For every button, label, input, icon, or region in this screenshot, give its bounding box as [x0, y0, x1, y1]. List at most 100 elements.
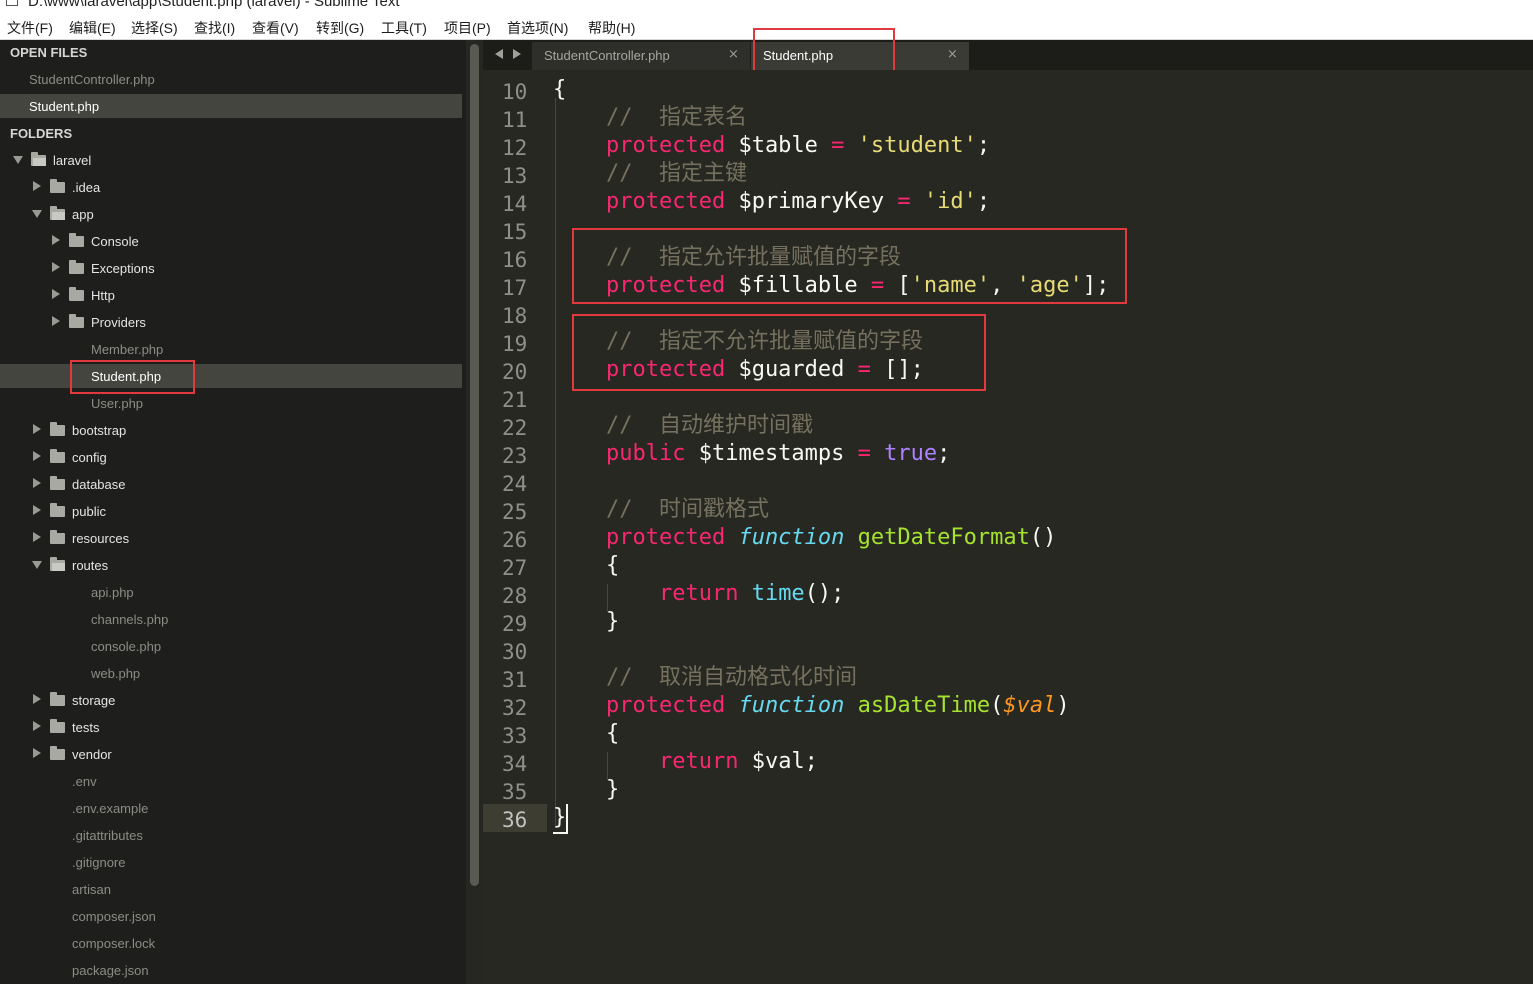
code-line: return $val; [658, 749, 818, 774]
tree-file[interactable]: .env [0, 769, 462, 793]
expand-arrow-icon[interactable] [33, 505, 41, 515]
tree-folder[interactable]: routes [0, 553, 462, 577]
line-number-row: 19 [483, 328, 547, 356]
open-files-header: OPEN FILES [10, 45, 88, 60]
scrollbar-thumb[interactable] [470, 44, 479, 886]
code-line: // 自动维护时间戳 [605, 413, 813, 438]
menu-find[interactable]: 查找(I) [194, 18, 235, 38]
tree-folder[interactable]: Console [0, 229, 462, 253]
line-number-row: 11 [483, 104, 547, 132]
line-number-row: 20 [483, 356, 547, 384]
expand-arrow-icon[interactable] [33, 181, 41, 191]
expand-arrow-icon[interactable] [33, 424, 41, 434]
tree-file[interactable]: .env.example [0, 796, 462, 820]
title-bar: D:\www\laravel\app\Student.php (laravel)… [0, 0, 1533, 14]
expand-arrow-icon[interactable] [52, 235, 60, 245]
expand-arrow-icon[interactable] [52, 262, 60, 272]
tab-prev-icon[interactable] [495, 49, 503, 59]
close-icon[interactable]: × [947, 47, 958, 62]
tree-folder[interactable]: Providers [0, 310, 462, 334]
menu-selection[interactable]: 选择(S) [131, 18, 178, 38]
tree-folder[interactable]: public [0, 499, 462, 523]
menu-preferences[interactable]: 首选项(N) [507, 18, 568, 38]
tree-folder[interactable]: storage [0, 688, 462, 712]
tree-folder[interactable]: Exceptions [0, 256, 462, 280]
tree-file[interactable]: .gitattributes [0, 823, 462, 847]
open-file-label: Student.php [29, 99, 100, 114]
sidebar-scrollbar[interactable] [466, 40, 483, 984]
expand-arrow-icon[interactable] [33, 478, 41, 488]
line-number-row: 24 [483, 468, 547, 496]
tree-folder[interactable]: vendor [0, 742, 462, 766]
expand-arrow-icon[interactable] [33, 748, 41, 758]
collapse-arrow-icon[interactable] [32, 561, 42, 569]
tree-file[interactable]: api.php [0, 580, 462, 604]
line-number: 21 [502, 388, 528, 412]
expand-arrow-icon[interactable] [33, 694, 41, 704]
annotation-box [572, 228, 1127, 304]
menu-tools[interactable]: 工具(T) [381, 18, 427, 38]
line-number-row: 26 [483, 524, 547, 552]
tree-file[interactable]: package.json [0, 958, 462, 982]
tree-file[interactable]: channels.php [0, 607, 462, 631]
tree-file[interactable]: composer.json [0, 904, 462, 928]
tree-label: composer.json [72, 909, 156, 924]
tree-folder[interactable]: resources [0, 526, 462, 550]
folder-icon [50, 476, 65, 490]
tree-file[interactable]: User.php [0, 391, 462, 415]
tree-folder[interactable]: .idea [0, 175, 462, 199]
expand-arrow-icon[interactable] [52, 316, 60, 326]
tree-file[interactable]: composer.lock [0, 931, 462, 955]
code-line: { [605, 553, 620, 578]
menu-project[interactable]: 项目(P) [444, 18, 491, 38]
line-number: 36 [502, 808, 528, 832]
open-file-item[interactable]: StudentController.php [0, 67, 462, 91]
sidebar: OPEN FILES StudentController.php Student… [0, 40, 466, 984]
expand-arrow-icon[interactable] [52, 289, 60, 299]
expand-arrow-icon[interactable] [33, 721, 41, 731]
line-number-row: 22 [483, 412, 547, 440]
expand-arrow-icon[interactable] [33, 532, 41, 542]
expand-arrow-icon[interactable] [33, 451, 41, 461]
menu-edit[interactable]: 编辑(E) [69, 18, 116, 38]
line-number: 19 [502, 332, 528, 356]
tree-file[interactable]: Member.php [0, 337, 462, 361]
code-line: public $timestamps = true; [605, 441, 951, 466]
tree-folder[interactable]: app [0, 202, 462, 226]
folder-open-icon [31, 152, 46, 166]
code-line: // 指定主键 [605, 161, 747, 186]
line-number: 30 [502, 640, 528, 664]
tree-label: .idea [72, 180, 101, 195]
tree-folder[interactable]: bootstrap [0, 418, 462, 442]
open-file-item-selected[interactable]: Student.php [0, 94, 462, 118]
menu-goto[interactable]: 转到(G) [316, 18, 364, 38]
tree-folder[interactable]: laravel [0, 148, 462, 172]
tree-label: Exceptions [91, 261, 155, 276]
tree-folder[interactable]: tests [0, 715, 462, 739]
folder-icon [50, 422, 65, 436]
close-icon[interactable]: × [728, 47, 739, 62]
menu-view[interactable]: 查看(V) [252, 18, 299, 38]
code-editor[interactable]: 10 11 12 13 14 15 16 17 18 19 20 21 22 23 24 25 26 27 28 29… [483, 70, 1533, 984]
line-number: 29 [502, 612, 528, 636]
tree-label: Http [91, 288, 115, 303]
tree-folder[interactable]: Http [0, 283, 462, 307]
code-line: // 指定表名 [605, 105, 747, 130]
code-line: } [605, 609, 620, 634]
tree-folder[interactable]: config [0, 445, 462, 469]
tree-label: config [72, 450, 107, 465]
tree-file[interactable]: web.php [0, 661, 462, 685]
tree-file[interactable]: .gitignore [0, 850, 462, 874]
line-number: 28 [502, 584, 528, 608]
line-number-row: 13 [483, 160, 547, 188]
tree-file[interactable]: artisan [0, 877, 462, 901]
line-number: 32 [502, 696, 528, 720]
menu-help[interactable]: 帮助(H) [588, 18, 635, 38]
collapse-arrow-icon[interactable] [13, 156, 23, 164]
tab-student-controller[interactable]: StudentController.php × [532, 42, 750, 70]
tree-folder[interactable]: database [0, 472, 462, 496]
tree-file[interactable]: console.php [0, 634, 462, 658]
menu-file[interactable]: 文件(F) [7, 18, 53, 38]
collapse-arrow-icon[interactable] [32, 210, 42, 218]
tab-next-icon[interactable] [513, 49, 521, 59]
